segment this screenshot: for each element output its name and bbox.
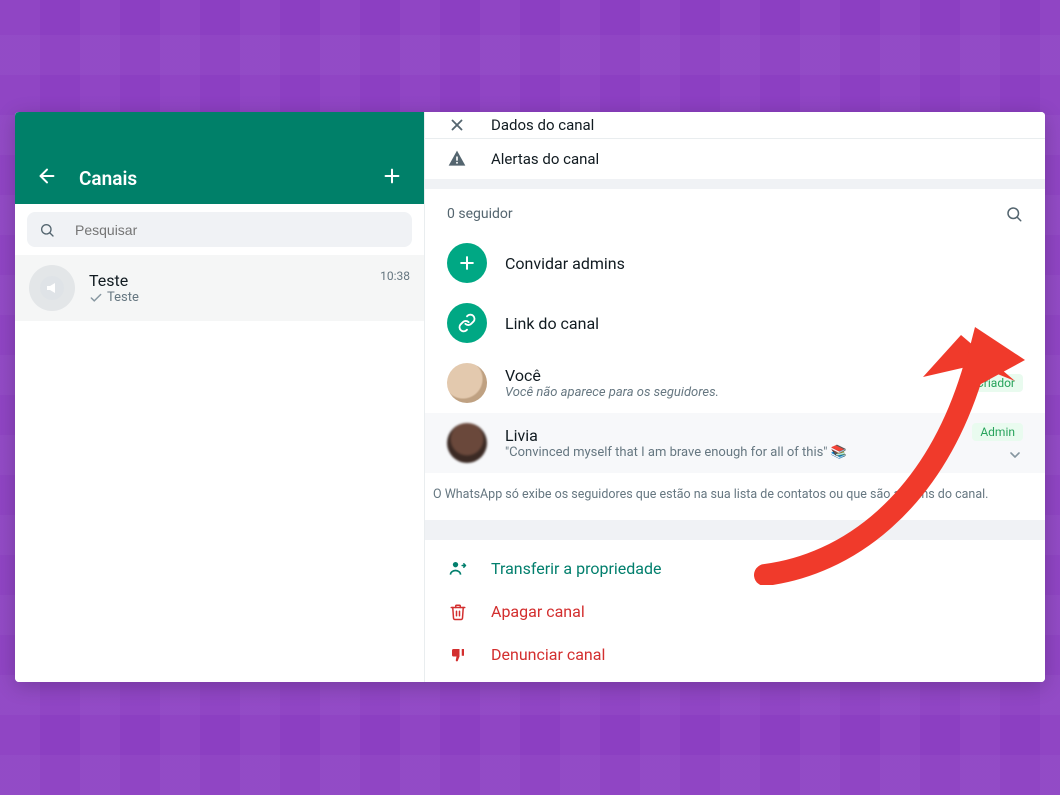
close-button[interactable]	[447, 115, 467, 135]
sidebar-header: Canais	[15, 112, 424, 204]
invite-admins-avatar	[447, 243, 487, 283]
channel-avatar	[29, 265, 75, 311]
you-note: Você não aparece para os seguidores.	[505, 385, 950, 400]
you-row[interactable]: Você Você não aparece para os seguidores…	[425, 353, 1045, 413]
app-window: Canais Teste Teste 10:38	[15, 112, 1045, 682]
thumb-down-icon	[449, 646, 467, 664]
details-panel: Dados do canal Alertas do canal 0 seguid…	[425, 112, 1045, 682]
arrow-left-icon	[36, 165, 58, 187]
delete-label: Apagar canal	[491, 602, 585, 621]
channel-text: Teste Teste	[89, 271, 366, 305]
panel-title: Dados do canal	[491, 116, 594, 134]
trash-icon	[449, 603, 467, 621]
search-icon	[1005, 205, 1023, 223]
invite-admins-row[interactable]: Convidar admins	[425, 233, 1045, 293]
link-icon	[457, 313, 477, 333]
you-avatar	[447, 363, 487, 403]
add-channel-button[interactable]	[378, 162, 406, 190]
megaphone-icon	[40, 276, 64, 300]
transfer-label: Transferir a propriedade	[491, 559, 662, 578]
channel-link-label: Link do canal	[505, 314, 1023, 333]
channel-subtitle: Teste	[89, 290, 366, 305]
channel-subtitle-text: Teste	[107, 290, 139, 305]
member-menu-chevron[interactable]	[1007, 447, 1023, 463]
panel-header: Dados do canal	[425, 112, 1045, 139]
followers-count: 0 seguidor	[447, 206, 513, 222]
channel-name: Teste	[89, 271, 366, 290]
search-input[interactable]	[75, 222, 400, 238]
sidebar-title: Canais	[79, 167, 378, 190]
actions-section: Transferir a propriedade Apagar canal De…	[425, 540, 1045, 682]
search-container	[15, 204, 424, 255]
user-arrow-icon	[448, 558, 468, 578]
search-followers-button[interactable]	[1005, 205, 1023, 223]
report-channel-row[interactable]: Denunciar canal	[425, 633, 1045, 676]
chevron-down-icon	[1007, 447, 1023, 463]
member-row[interactable]: Livia "Convinced myself that I am brave …	[425, 413, 1045, 473]
member-status: "Convinced myself that I am brave enough…	[505, 445, 954, 460]
channel-alerts-label: Alertas do canal	[491, 150, 599, 168]
followers-header: 0 seguidor	[425, 189, 1045, 233]
back-button[interactable]	[33, 162, 61, 190]
warning-icon	[447, 149, 467, 169]
channel-time: 10:38	[380, 269, 410, 283]
plus-icon	[381, 165, 403, 187]
channel-link-avatar	[447, 303, 487, 343]
plus-icon	[457, 253, 477, 273]
channel-list-item[interactable]: Teste Teste 10:38	[15, 255, 424, 321]
invite-admins-label: Convidar admins	[505, 254, 1023, 273]
admin-badge: Admin	[972, 423, 1023, 441]
transfer-ownership-row[interactable]: Transferir a propriedade	[425, 546, 1045, 590]
search-icon	[39, 222, 55, 238]
sidebar: Canais Teste Teste 10:38	[15, 112, 425, 682]
creator-badge: Criador	[968, 374, 1023, 392]
search-box[interactable]	[27, 212, 412, 247]
member-avatar	[447, 423, 487, 463]
you-name: Você	[505, 366, 950, 385]
followers-disclaimer: O WhatsApp só exibe os seguidores que es…	[425, 473, 1045, 516]
report-label: Denunciar canal	[491, 645, 605, 664]
followers-section: 0 seguidor Convidar admins Link do c	[425, 189, 1045, 520]
member-name: Livia	[505, 426, 954, 445]
check-icon	[89, 291, 103, 305]
delete-channel-row[interactable]: Apagar canal	[425, 590, 1045, 633]
channel-alerts-row[interactable]: Alertas do canal	[425, 139, 1045, 179]
close-icon	[448, 116, 466, 134]
channel-link-row[interactable]: Link do canal	[425, 293, 1045, 353]
